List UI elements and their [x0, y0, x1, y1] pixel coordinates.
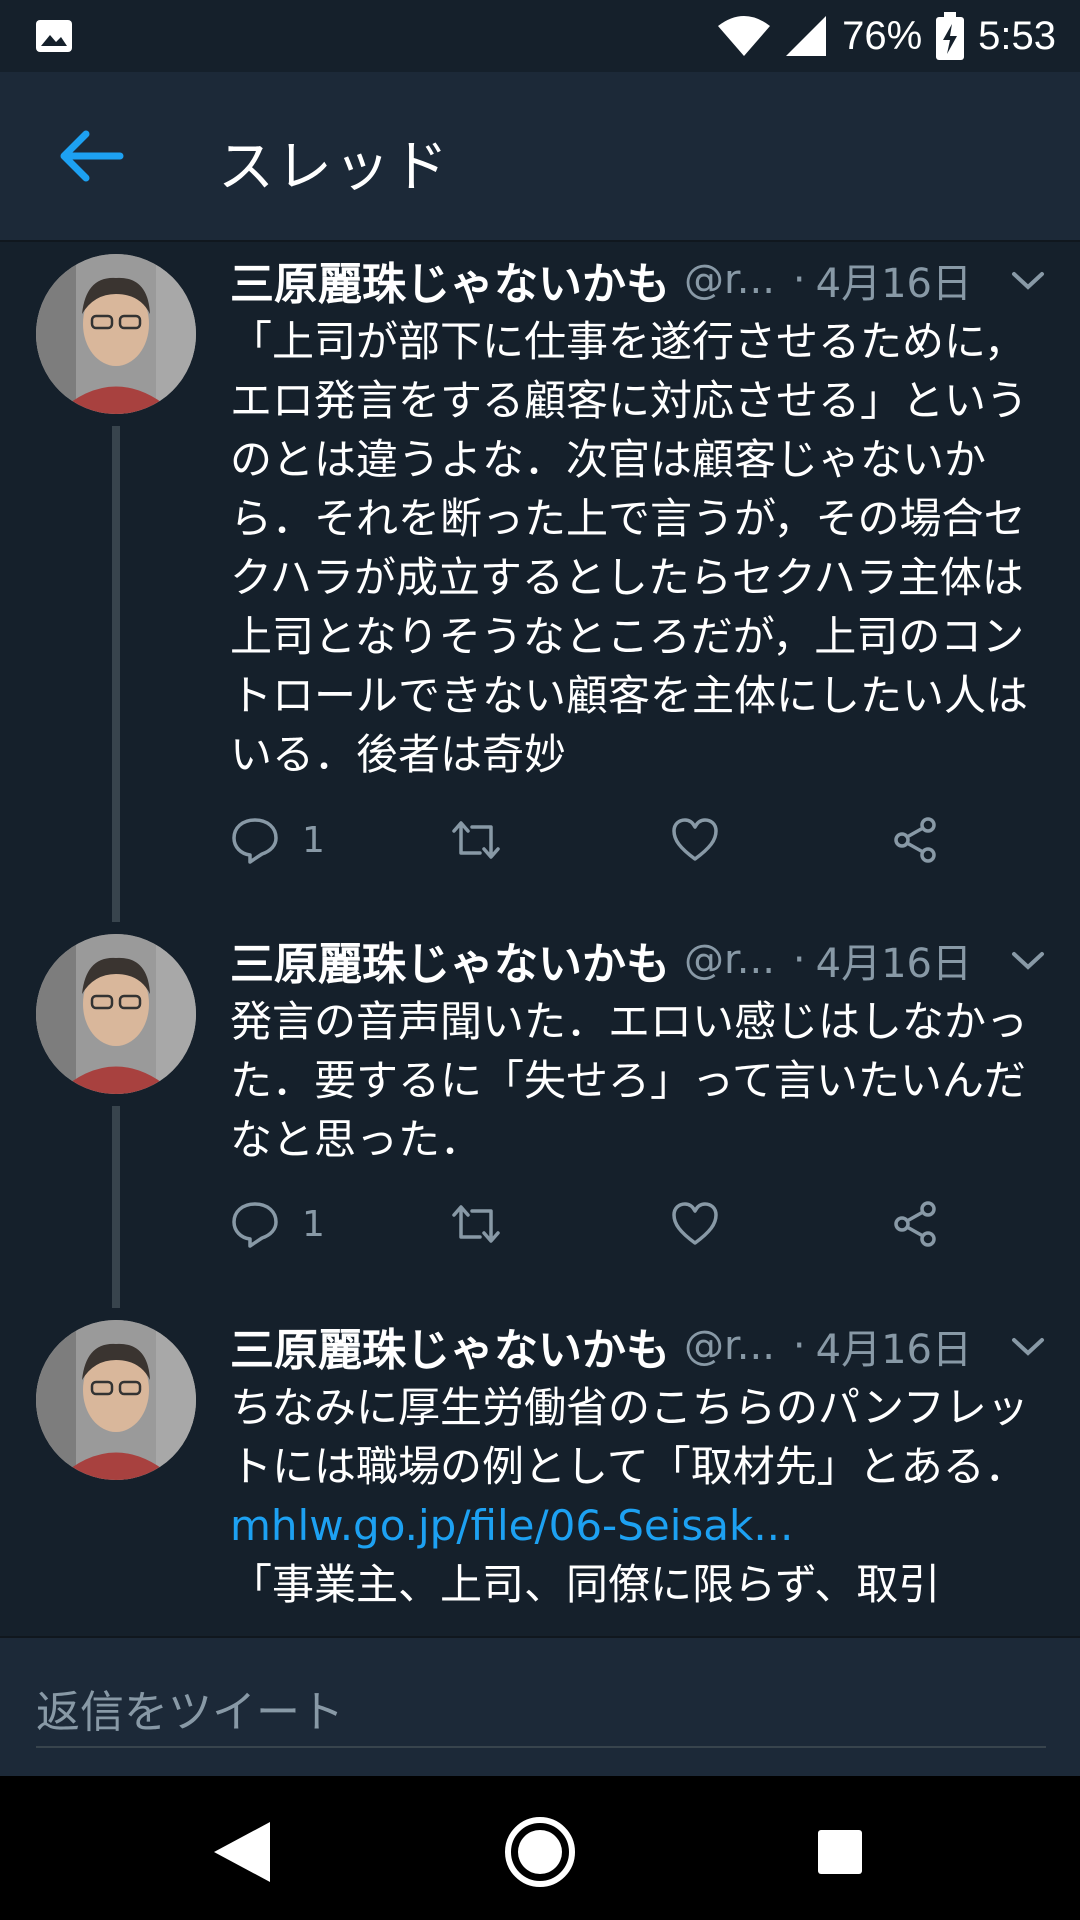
signal-icon	[786, 16, 827, 56]
tweet-header: 三原麗珠じゃないかも @r... · 4月16日	[230, 250, 1050, 310]
tweet-text-content: ちなみに厚生労働省のこちらのパンフレットには職場の例として「取材先」とある．	[230, 1383, 1029, 1491]
separator-dot: ·	[792, 257, 806, 303]
avatar[interactable]	[36, 934, 196, 1094]
clock: 5:53	[978, 13, 1056, 58]
share-button[interactable]	[890, 810, 940, 870]
reply-icon	[232, 818, 278, 864]
tweet[interactable]: 三原麗珠じゃないかも @r... · 4月16日 「上司が部下に仕事を遂行させる…	[0, 242, 1080, 922]
author-handle: @r...	[684, 1323, 775, 1369]
chevron-down-icon[interactable]	[1006, 1326, 1050, 1366]
nav-back-icon[interactable]	[200, 1812, 280, 1892]
back-arrow-icon[interactable]	[56, 126, 126, 186]
tweet-link[interactable]: mhlw.go.jp/file/06-Seisak...	[230, 1496, 1050, 1555]
tweet-date: 4月16日	[815, 261, 972, 307]
thread-connector	[112, 1106, 120, 1308]
battery-charging-icon	[936, 12, 965, 60]
image-icon	[36, 20, 72, 52]
reply-composer: 返信をツイート	[0, 1636, 1080, 1778]
reply-button[interactable]: 1	[230, 1194, 325, 1254]
reply-count: 1	[302, 819, 325, 861]
tweet-text-continued: 「事業主、上司、同僚に限らず、取引	[230, 1560, 941, 1609]
chevron-down-icon[interactable]	[1006, 940, 1050, 980]
reply-count: 1	[302, 1203, 325, 1245]
like-button[interactable]	[670, 1194, 720, 1254]
system-nav-bar	[0, 1776, 1080, 1920]
like-icon	[672, 818, 718, 861]
retweet-icon	[452, 821, 500, 859]
tweet[interactable]: 三原麗珠じゃないかも @r... · 4月16日 ちなみに厚生労働省のこちらのパ…	[0, 1308, 1080, 1636]
reply-input[interactable]: 返信をツイート	[36, 1676, 1046, 1748]
page-title: スレッド	[218, 135, 450, 200]
share-button[interactable]	[890, 1194, 940, 1254]
status-bar: 76% 5:53	[0, 0, 1080, 72]
avatar[interactable]	[36, 254, 196, 414]
author-name[interactable]: 三原麗珠じゃないかも	[230, 250, 670, 310]
separator-dot: ·	[792, 1323, 806, 1369]
app-header: スレッド	[0, 72, 1080, 242]
tweet-date: 4月16日	[815, 941, 972, 987]
retweet-icon	[452, 1205, 500, 1243]
share-icon	[894, 817, 936, 863]
separator-dot: ·	[792, 937, 806, 983]
author-handle: @r...	[684, 937, 775, 983]
tweet[interactable]: 三原麗珠じゃないかも @r... · 4月16日 発言の音声聞いた．エロい感じは…	[0, 922, 1080, 1308]
avatar[interactable]	[36, 1320, 196, 1480]
like-icon	[672, 1202, 718, 1245]
author-name[interactable]: 三原麗珠じゃないかも	[230, 930, 670, 990]
reply-button[interactable]: 1	[230, 810, 325, 870]
thread-connector	[112, 426, 120, 922]
thread-timeline[interactable]: 三原麗珠じゃないかも @r... · 4月16日 「上司が部下に仕事を遂行させる…	[0, 242, 1080, 1636]
share-icon	[894, 1201, 936, 1247]
tweet-actions: 1	[230, 1194, 1030, 1254]
tweet-header: 三原麗珠じゃないかも @r... · 4月16日	[230, 1316, 1050, 1376]
wifi-icon	[718, 16, 771, 56]
nav-home-icon[interactable]	[500, 1812, 580, 1892]
tweet-date: 4月16日	[815, 1327, 972, 1373]
tweet-header: 三原麗珠じゃないかも @r... · 4月16日	[230, 930, 1050, 990]
reply-icon	[232, 1202, 278, 1248]
retweet-button[interactable]	[448, 810, 504, 870]
tweet-text: ちなみに厚生労働省のこちらのパンフレットには職場の例として「取材先」とある． m…	[230, 1378, 1050, 1614]
author-handle: @r...	[684, 257, 775, 303]
tweet-actions: 1	[230, 810, 1030, 870]
nav-recents-icon[interactable]	[800, 1812, 880, 1892]
author-name[interactable]: 三原麗珠じゃないかも	[230, 1316, 670, 1376]
tweet-text: 「上司が部下に仕事を遂行させるために，エロ発言をする顧客に対応させる」というのと…	[230, 317, 1029, 779]
retweet-button[interactable]	[448, 1194, 504, 1254]
tweet-text: 発言の音声聞いた．エロい感じはしなかった．要するに「失せろ」って言いたいんだなと…	[230, 997, 1029, 1164]
chevron-down-icon[interactable]	[1006, 260, 1050, 300]
battery-percent: 76%	[842, 13, 923, 58]
like-button[interactable]	[670, 810, 720, 870]
